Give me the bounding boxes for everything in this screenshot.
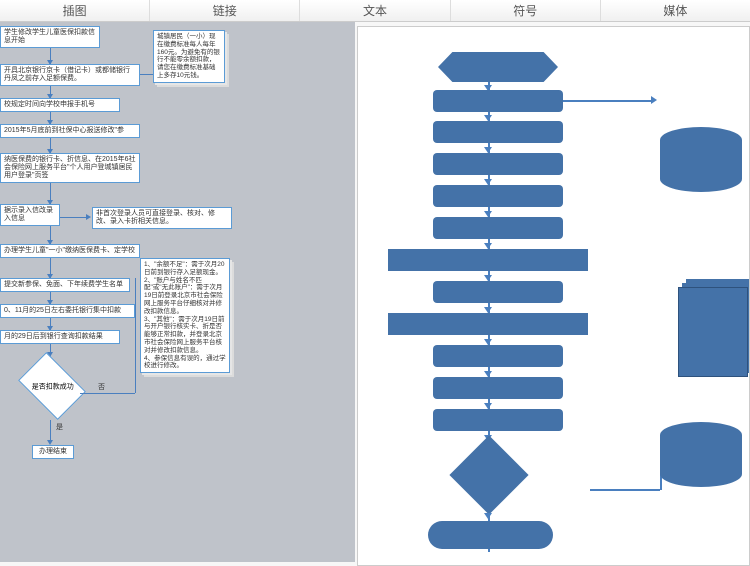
flow-start: 学生修改学生儿童医保扣款信息开始 [0, 26, 100, 48]
shape-process-4[interactable] [433, 185, 563, 207]
flow-step-8: 0、11月的25日左右委托银行集中扣款 [0, 304, 135, 318]
flow-note-1: 城镇居民（一小）现在缴费标准每人每年160元。为避免有的银行不能零余额扣款，请您… [153, 30, 225, 83]
tab-illustration[interactable]: 插图 [0, 0, 150, 21]
shape-process-wide-1[interactable] [388, 249, 588, 271]
shape-process-2[interactable] [433, 121, 563, 143]
tab-links[interactable]: 链接 [150, 0, 300, 21]
decision-no: 否 [98, 382, 105, 392]
flow-step-6: 办理学生儿童"一小"缴纳医保费卡、定学校 [0, 244, 140, 258]
shape-terminator-top[interactable] [438, 52, 558, 82]
shape-doc-stack[interactable] [678, 287, 748, 377]
flow-step-3: 2015年5月底前到社保中心报送修改"参 [0, 124, 140, 138]
shape-process-5[interactable] [433, 217, 563, 239]
shape-database-1[interactable] [660, 127, 742, 192]
flow-end: 办理结束 [32, 445, 74, 459]
flow-step-5: 据示录入信改录入信息 [0, 204, 60, 226]
shape-decision[interactable] [449, 435, 528, 514]
flow-step-2: 校规定时间向学校申报手机号 [0, 98, 120, 112]
decision-yes: 是 [56, 422, 63, 432]
ribbon-tabs: 插图 链接 文本 符号 媒体 [0, 0, 750, 22]
slide-canvas[interactable] [357, 26, 750, 566]
shape-process-7[interactable] [433, 345, 563, 367]
shape-process-1[interactable] [433, 90, 563, 112]
flow-step-9: 月的29日后到银行查询扣款结果 [0, 330, 120, 344]
workspace: 学生修改学生儿童医保扣款信息开始 开具北京银行京卡（借记卡）或都储银行丹凤之前存… [0, 22, 750, 562]
tab-symbols[interactable]: 符号 [451, 0, 601, 21]
flow-step-4: 纳医保费的银行卡、折信息、在2015年6社会保险网上服务平台"个人用户登城镇居民… [0, 153, 140, 183]
shape-terminator-bottom[interactable] [428, 521, 553, 549]
flow-decision: 是否扣款成功 [18, 352, 86, 420]
shape-process-3[interactable] [433, 153, 563, 175]
flow-step-7: 提交新参保、免面、下年续费学生名单 [0, 278, 130, 292]
shape-database-2[interactable] [660, 422, 742, 487]
tab-media[interactable]: 媒体 [601, 0, 750, 21]
shape-process-9[interactable] [433, 409, 563, 431]
flow-step-1: 开具北京银行京卡（借记卡）或都储银行丹凤之前存入足额保费。 [0, 64, 140, 86]
shape-process-8[interactable] [433, 377, 563, 399]
tab-text[interactable]: 文本 [300, 0, 450, 21]
shape-process-wide-2[interactable] [388, 313, 588, 335]
shape-process-6[interactable] [433, 281, 563, 303]
thumbnail-panel[interactable]: 学生修改学生儿童医保扣款信息开始 开具北京银行京卡（借记卡）或都储银行丹凤之前存… [0, 22, 355, 562]
flow-note-2: 非首次登录人员可直接登录、核对、修改、录入卡折相关信息。 [92, 207, 232, 229]
flow-note-3: 1、"余额不足"：需于次月20日前到银行存入足额现金。 2、"账户与姓名不匹配"… [140, 258, 230, 373]
